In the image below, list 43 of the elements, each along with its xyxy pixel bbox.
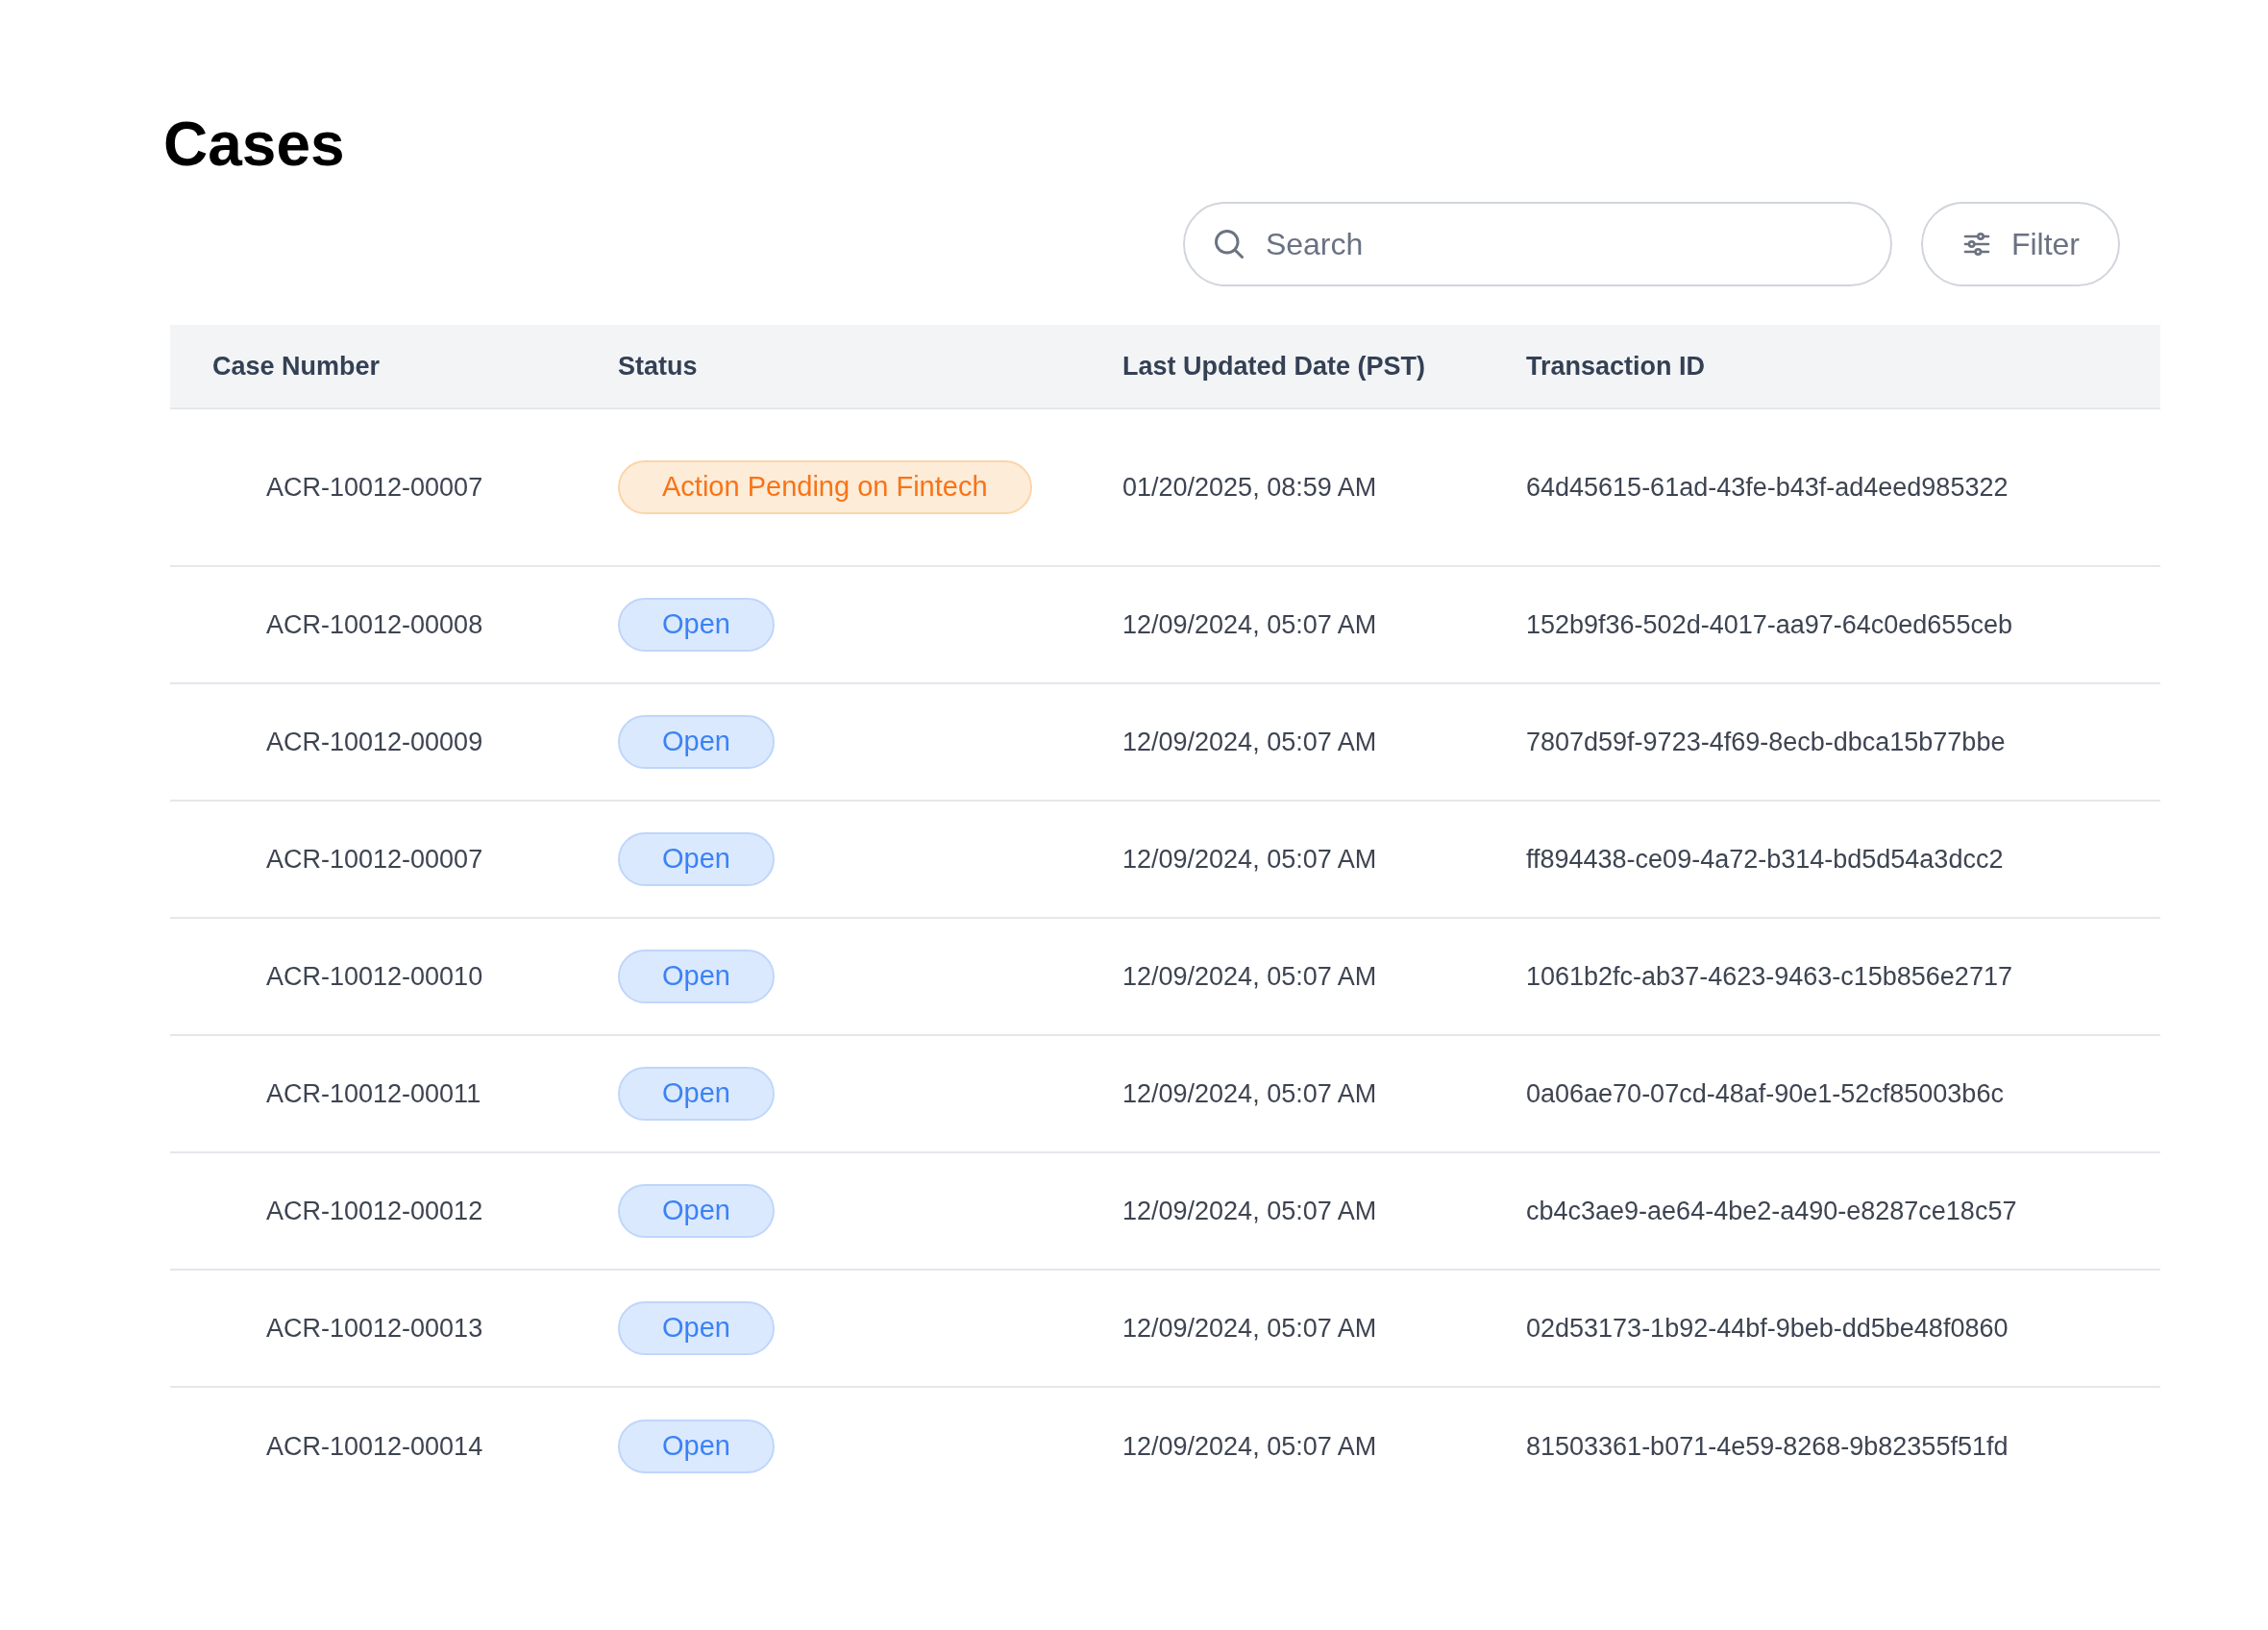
table-cell: 12/09/2024, 05:07 AM xyxy=(1122,727,1377,756)
status-badge: Open xyxy=(618,1420,775,1473)
search-field[interactable]: Search xyxy=(1182,202,1892,286)
table-cell-text: ACR-10012-00011 xyxy=(265,1078,481,1108)
table-cell: 02d53173-1b92-44bf-9beb-dd5be48f0860 xyxy=(1526,1313,2009,1343)
table-cell: 12/09/2024, 05:07 AM xyxy=(1122,609,1377,639)
filter-button[interactable]: Filter xyxy=(1920,202,2120,286)
column-header: Transaction ID xyxy=(1526,351,1706,381)
table-cell-text: ACR-10012-00008 xyxy=(265,609,483,639)
status-badge: Open xyxy=(618,950,775,1003)
table-cell: 152b9f36-502d-4017-aa97-64c0ed655ceb xyxy=(1526,609,2012,639)
column-header: Case Number xyxy=(211,351,381,381)
table-cell: cb4c3ae9-ae64-4be2-a490-e8287ce18c57 xyxy=(1526,1196,2017,1225)
table-cell-text: ACR-10012-00010 xyxy=(265,961,483,991)
table-cell-text: ACR-10012-00012 xyxy=(265,1196,483,1225)
table-cell: 64d45615-61ad-43fe-b43f-ad4eed985322 xyxy=(1526,472,2009,502)
status-badge: Open xyxy=(618,832,775,886)
table-cell: 0a06ae70-07cd-48af-90e1-52cf85003b6c xyxy=(1526,1078,2004,1108)
table-cell-text: ACR-10012-00007 xyxy=(265,472,483,502)
page-title: Cases xyxy=(163,109,345,181)
column-header: Status xyxy=(618,351,698,381)
table-cell-text: ACR-10012-00007 xyxy=(265,844,483,874)
table-cell: 12/09/2024, 05:07 AM xyxy=(1122,961,1377,991)
table-cell: 1061b2fc-ab37-4623-9463-c15b856e2717 xyxy=(1526,961,2012,991)
status-badge: Open xyxy=(618,598,775,652)
status-badge: Open xyxy=(618,1067,775,1121)
table-cell-text: ACR-10012-00013 xyxy=(265,1313,483,1343)
table-cell: 01/20/2025, 08:59 AM xyxy=(1122,472,1377,502)
status-badge: Open xyxy=(618,715,775,769)
table-cell: 12/09/2024, 05:07 AM xyxy=(1122,1431,1377,1461)
status-badge: Open xyxy=(618,1184,775,1238)
table-cell: 81503361-b071-4e59-8268-9b82355f51fd xyxy=(1526,1431,2009,1461)
table-cell: 12/09/2024, 05:07 AM xyxy=(1122,1196,1377,1225)
table-cell-text: ACR-10012-00009 xyxy=(265,727,483,756)
status-badge: Open xyxy=(618,1301,775,1355)
table-cell-text: ACR-10012-00014 xyxy=(265,1431,483,1461)
status-badge: Action Pending on Fintech xyxy=(618,460,1032,514)
table-cell: 12/09/2024, 05:07 AM xyxy=(1122,1078,1377,1108)
table-cell: 7807d59f-9723-4f69-8ecb-dbca15b77bbe xyxy=(1526,727,2006,756)
table-cell: ff894438-ce09-4a72-b314-bd5d54a3dcc2 xyxy=(1526,844,2004,874)
table-cell: 12/09/2024, 05:07 AM xyxy=(1122,1313,1377,1343)
table-cell: 12/09/2024, 05:07 AM xyxy=(1122,844,1377,874)
column-header: Last Updated Date (PST) xyxy=(1122,351,1426,381)
